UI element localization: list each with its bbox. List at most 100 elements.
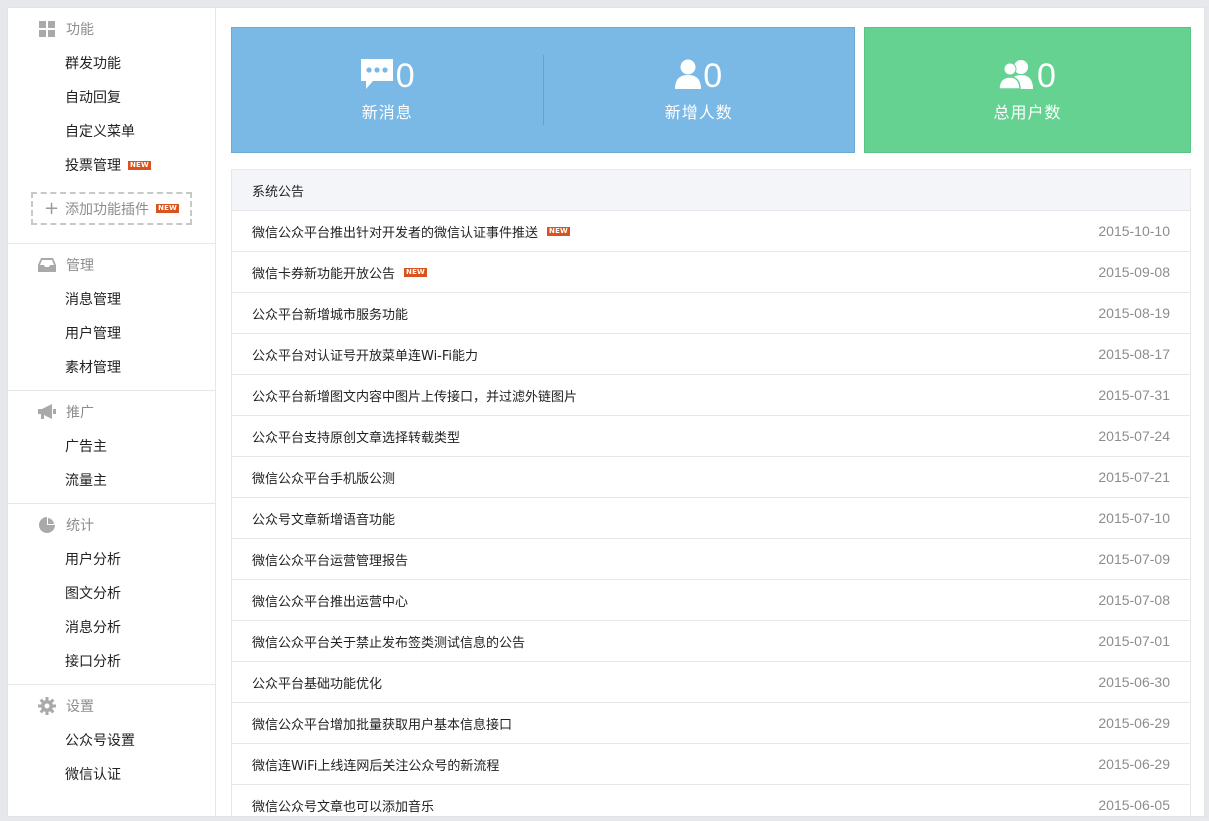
new-users-label: 新增人数 [664,103,733,122]
notice-row[interactable]: 微信连WiFi上线连网后关注公众号的新流程 2015-06-29 [232,744,1190,785]
notice-date: 2015-08-17 [1098,346,1170,362]
notice-title-text: 微信连WiFi上线连网后关注公众号的新流程 [252,758,500,774]
sidebar-item-wechat-verification[interactable]: 微信认证 [8,757,215,791]
notice-date: 2015-07-21 [1098,469,1170,485]
sidebar-item-label: 素材管理 [65,360,121,376]
stats-panel: 0 新消息 0 新增人数 0 总用户数 [231,27,1191,153]
sidebar-item-vote-management[interactable]: 投票管理 NEW [8,148,215,182]
sidebar-item-label: 图文分析 [65,586,121,602]
new-badge: NEW [547,226,570,236]
system-notice-panel: 系统公告 微信公众平台推出针对开发者的微信认证事件推送 NEW 2015-10-10… [231,169,1191,816]
total-users-label: 总用户数 [993,103,1062,122]
sidebar-item-label: 接口分析 [65,654,121,670]
notice-title: 公众号文章新增语音功能 [252,509,395,528]
sidebar-item-user-management[interactable]: 用户管理 [8,316,215,350]
sidebar-item-label: 自动回复 [65,90,121,106]
notice-title: 微信公众平台推出针对开发者的微信认证事件推送 NEW [252,222,570,241]
notice-title: 微信公众平台增加批量获取用户基本信息接口 [252,714,512,733]
notice-list: 微信公众平台推出针对开发者的微信认证事件推送 NEW 2015-10-10 微信卡券新… [232,211,1190,816]
notice-title: 公众平台基础功能优化 [252,673,382,692]
notice-row[interactable]: 微信公众平台增加批量获取用户基本信息接口 2015-06-29 [232,703,1190,744]
notice-row[interactable]: 公众平台对认证号开放菜单连Wi-Fi能力 2015-08-17 [232,334,1190,375]
notice-header: 系统公告 [232,170,1190,211]
notice-date: 2015-07-01 [1098,633,1170,649]
sidebar-section-function: 功能 群发功能 自动回复 自定义菜单 投票管理 NEW + 添加功能插件 NEW [8,12,215,244]
notice-title: 公众平台对认证号开放菜单连Wi-Fi能力 [252,345,478,364]
add-plugin-button[interactable]: + 添加功能插件 NEW [31,192,192,225]
notice-title: 公众平台支持原创文章选择转载类型 [252,427,460,446]
notice-row[interactable]: 公众平台基础功能优化 2015-06-30 [232,662,1190,703]
stat-total-users[interactable]: 0 总用户数 [865,55,1190,125]
notice-date: 2015-07-31 [1098,387,1170,403]
notice-title: 微信公众号文章也可以添加音乐 [252,796,434,815]
notice-title-text: 公众平台支持原创文章选择转载类型 [252,430,461,446]
sidebar-item-api-analysis[interactable]: 接口分析 [8,644,215,678]
inbox-icon [38,256,56,274]
main-content: 0 新消息 0 新增人数 0 总用户数 系统公告 微信公众平台推出针对开发者的微… [231,27,1191,816]
sidebar-item-user-analysis[interactable]: 用户分析 [8,542,215,576]
sidebar-section-promotion: 推广 广告主 流量主 [8,395,215,504]
new-messages-label: 新消息 [361,103,413,122]
sidebar-item-traffic-master[interactable]: 流量主 [8,463,215,497]
notice-row[interactable]: 微信公众平台关于禁止发布签类测试信息的公告 2015-07-01 [232,621,1190,662]
stat-new-users[interactable]: 0 新增人数 [542,55,855,125]
sidebar-item-label: 流量主 [65,473,107,489]
notice-row[interactable]: 公众号文章新增语音功能 2015-07-10 [232,498,1190,539]
notice-date: 2015-07-09 [1098,551,1170,567]
notice-date: 2015-07-24 [1098,428,1170,444]
notice-date: 2015-09-08 [1098,264,1170,280]
new-users-count: 0 [703,57,723,95]
notice-title-text: 微信公众平台推出运营中心 [252,594,409,610]
stat-new-messages[interactable]: 0 新消息 [232,55,543,125]
sidebar: 功能 群发功能 自动回复 自定义菜单 投票管理 NEW + 添加功能插件 NEW … [8,8,216,816]
notice-date: 2015-10-10 [1098,223,1170,239]
notice-title: 微信公众平台关于禁止发布签类测试信息的公告 [252,632,525,651]
notice-row[interactable]: 公众平台新增城市服务功能 2015-08-19 [232,293,1190,334]
notice-row[interactable]: 微信公众号文章也可以添加音乐 2015-06-05 [232,785,1190,816]
sidebar-item-account-settings[interactable]: 公众号设置 [8,723,215,757]
sidebar-item-article-analysis[interactable]: 图文分析 [8,576,215,610]
sidebar-section-statistics: 统计 用户分析 图文分析 消息分析 接口分析 [8,508,215,685]
notice-date: 2015-06-29 [1098,756,1170,772]
notice-title: 公众平台新增图文内容中图片上传接口，并过滤外链图片 [252,386,577,405]
notice-row[interactable]: 公众平台新增图文内容中图片上传接口，并过滤外链图片 2015-07-31 [232,375,1190,416]
notice-row[interactable]: 微信公众平台手机版公测 2015-07-21 [232,457,1190,498]
sidebar-item-material-management[interactable]: 素材管理 [8,350,215,384]
new-badge: NEW [128,160,151,170]
sidebar-item-label: 自定义菜单 [65,124,135,140]
notice-title-text: 公众平台对认证号开放菜单连Wi-Fi能力 [252,348,479,364]
user-icon [675,59,702,93]
pie-chart-icon [38,516,56,534]
new-badge: NEW [156,204,180,213]
sidebar-section-title: 设置 [66,699,94,715]
sidebar-item-label: 用户分析 [65,552,121,568]
notice-title: 微信公众平台推出运营中心 [252,591,408,610]
sidebar-item-label: 投票管理 [65,158,121,174]
sidebar-item-message-management[interactable]: 消息管理 [8,282,215,316]
notice-title-text: 微信公众平台运营管理报告 [252,553,409,569]
stats-green-card: 0 总用户数 [864,27,1191,153]
chat-icon [360,58,394,94]
sidebar-item-message-analysis[interactable]: 消息分析 [8,610,215,644]
notice-title: 微信卡券新功能开放公告 NEW [252,263,427,282]
sidebar-item-custom-menu[interactable]: 自定义菜单 [8,114,215,148]
grid-icon [38,20,56,38]
notice-row[interactable]: 公众平台支持原创文章选择转载类型 2015-07-24 [232,416,1190,457]
notice-title-text: 微信公众平台推出针对开发者的微信认证事件推送 [252,225,539,241]
notice-title: 微信公众平台手机版公测 [252,468,395,487]
notice-row[interactable]: 微信公众平台推出针对开发者的微信认证事件推送 NEW 2015-10-10 [232,211,1190,252]
new-badge: NEW [404,267,427,277]
sidebar-section-title: 推广 [66,405,94,421]
sidebar-item-label: 消息管理 [65,292,121,308]
sidebar-section-header: 推广 [8,395,215,429]
notice-row[interactable]: 微信公众平台推出运营中心 2015-07-08 [232,580,1190,621]
sidebar-item-auto-reply[interactable]: 自动回复 [8,80,215,114]
sidebar-section-header: 管理 [8,248,215,282]
page-frame: 功能 群发功能 自动回复 自定义菜单 投票管理 NEW + 添加功能插件 NEW … [7,7,1205,817]
notice-title-text: 公众平台新增城市服务功能 [252,307,409,323]
sidebar-item-label: 公众号设置 [65,733,135,749]
notice-row[interactable]: 微信卡券新功能开放公告 NEW 2015-09-08 [232,252,1190,293]
notice-row[interactable]: 微信公众平台运营管理报告 2015-07-09 [232,539,1190,580]
sidebar-item-mass-send[interactable]: 群发功能 [8,46,215,80]
sidebar-item-advertiser[interactable]: 广告主 [8,429,215,463]
